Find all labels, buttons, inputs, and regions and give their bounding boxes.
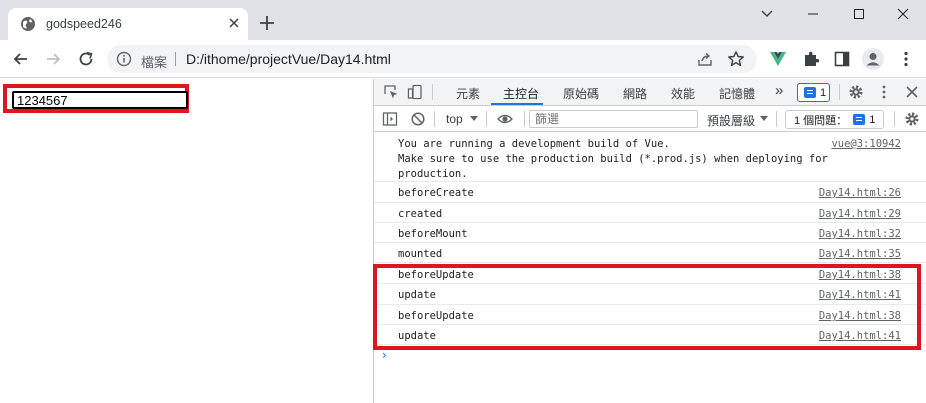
active-tab-indicator xyxy=(491,103,543,105)
address-url[interactable]: D:/ithome/projectVue/Day14.html xyxy=(186,51,391,67)
tab-bar-separator xyxy=(839,84,840,100)
tab-sources[interactable]: 原始碼 xyxy=(563,85,599,102)
back-arrow-icon[interactable] xyxy=(11,49,31,69)
filter-input[interactable] xyxy=(529,110,698,128)
console-message-source[interactable]: Day14.html:29 xyxy=(819,207,901,222)
clear-console-icon[interactable] xyxy=(410,111,426,127)
log-highlight-box xyxy=(373,264,921,350)
close-window-button[interactable] xyxy=(880,0,926,28)
console-message-text: You are running a development build of V… xyxy=(398,138,828,180)
issues-button[interactable]: 1 個問題： 1 xyxy=(785,110,884,129)
address-bar[interactable]: 檔案 D:/ithome/projectVue/Day14.html xyxy=(107,45,757,73)
input-highlight-box xyxy=(3,84,189,113)
issues-label: 1 個問題： xyxy=(794,114,848,127)
person-icon xyxy=(866,53,880,66)
more-vert-icon[interactable] xyxy=(876,84,892,100)
forward-arrow-icon[interactable] xyxy=(43,49,63,69)
console-toolbar-separator xyxy=(434,111,435,127)
console-message: You are running a development build of V… xyxy=(374,133,926,182)
console-message-text: beforeMount xyxy=(398,228,468,240)
tab-network[interactable]: 網路 xyxy=(623,85,647,102)
console-toolbar-separator xyxy=(524,111,525,127)
issue-icon xyxy=(853,114,866,125)
more-vert-icon[interactable] xyxy=(897,50,915,68)
console-message-source[interactable]: Day14.html:26 xyxy=(819,186,901,201)
close-icon xyxy=(897,8,909,20)
address-separator xyxy=(175,52,176,66)
text-input[interactable] xyxy=(12,91,188,109)
browser-toolbar: 檔案 D:/ithome/projectVue/Day14.html xyxy=(0,40,926,78)
message-icon xyxy=(804,87,816,98)
globe-icon xyxy=(21,17,35,31)
tab-bar-separator xyxy=(432,84,433,100)
issues-count: 1 xyxy=(869,113,876,126)
reload-icon[interactable] xyxy=(76,49,96,69)
tab-console[interactable]: 主控台 xyxy=(503,85,539,102)
messages-count: 1 xyxy=(820,86,827,99)
devtools-tab-bar: 元素 主控台 原始碼 網路 效能 記憶體 » 1 xyxy=(374,79,926,106)
console-message: beforeMount Day14.html:32 xyxy=(374,223,926,243)
console-message-text: created xyxy=(398,208,443,220)
bookmark-star-icon[interactable] xyxy=(727,50,745,68)
maximize-icon xyxy=(854,9,864,19)
device-toolbar-icon[interactable] xyxy=(407,84,423,100)
live-expression-eye-icon[interactable] xyxy=(497,111,513,127)
messages-badge[interactable]: 1 xyxy=(797,83,830,102)
console-toolbar: top 預設層級 1 個問題： 1 xyxy=(374,107,926,132)
console-prompt-caret[interactable]: › xyxy=(382,348,387,362)
inspect-element-icon[interactable] xyxy=(383,84,399,100)
vue-devtools-icon[interactable] xyxy=(769,50,787,68)
dropdown-arrow-icon xyxy=(470,116,478,121)
devtools-panel: 元素 主控台 原始碼 網路 效能 記憶體 » 1 top 篩選 預設層級 1 個… xyxy=(373,79,926,403)
profile-avatar[interactable] xyxy=(862,48,884,70)
more-tabs-button[interactable]: » xyxy=(775,82,783,99)
maximize-button[interactable] xyxy=(836,0,882,28)
console-message-text: beforeCreate xyxy=(398,187,474,199)
console-toolbar-separator xyxy=(776,111,777,127)
tab-performance[interactable]: 效能 xyxy=(671,85,695,102)
console-toolbar-separator xyxy=(486,111,487,127)
console-message-source[interactable]: Day14.html:32 xyxy=(819,227,901,242)
share-icon[interactable] xyxy=(697,51,713,67)
tab-memory[interactable]: 記憶體 xyxy=(719,85,755,102)
console-message: beforeCreate Day14.html:26 xyxy=(374,182,926,203)
console-message-text: mounted xyxy=(398,248,443,260)
settings-gear-icon[interactable] xyxy=(848,84,864,100)
console-message-source[interactable]: vue@3:10942 xyxy=(831,137,901,152)
console-toolbar-separator xyxy=(894,111,895,127)
extensions-puzzle-icon[interactable] xyxy=(802,50,820,68)
tab-elements[interactable]: 元素 xyxy=(456,85,480,102)
tab-title: godspeed246 xyxy=(46,17,122,31)
new-tab-icon[interactable] xyxy=(258,14,276,32)
console-message: created Day14.html:29 xyxy=(374,203,926,223)
console-message: mounted Day14.html:35 xyxy=(374,243,926,263)
browser-tab[interactable]: godspeed246 xyxy=(8,8,248,40)
dropdown-arrow-icon xyxy=(760,116,768,121)
close-tab-icon[interactable] xyxy=(226,15,242,31)
minimize-button[interactable] xyxy=(790,0,836,28)
console-message-source[interactable]: Day14.html:35 xyxy=(819,247,901,262)
close-devtools-icon[interactable] xyxy=(904,84,920,100)
tab-strip: godspeed246 xyxy=(0,0,926,40)
info-icon[interactable] xyxy=(116,51,132,67)
context-select[interactable]: top xyxy=(446,112,463,126)
minimize-icon xyxy=(808,13,818,15)
page-viewport xyxy=(0,79,373,403)
levels-select[interactable]: 預設層級 xyxy=(707,112,755,129)
tab-search-button[interactable] xyxy=(744,0,790,28)
chevron-down-icon xyxy=(761,10,773,17)
address-scheme: 檔案 xyxy=(141,55,168,70)
side-panel-icon[interactable] xyxy=(833,50,851,68)
sidebar-toggle-icon[interactable] xyxy=(382,111,398,127)
console-settings-gear-icon[interactable] xyxy=(904,111,920,127)
